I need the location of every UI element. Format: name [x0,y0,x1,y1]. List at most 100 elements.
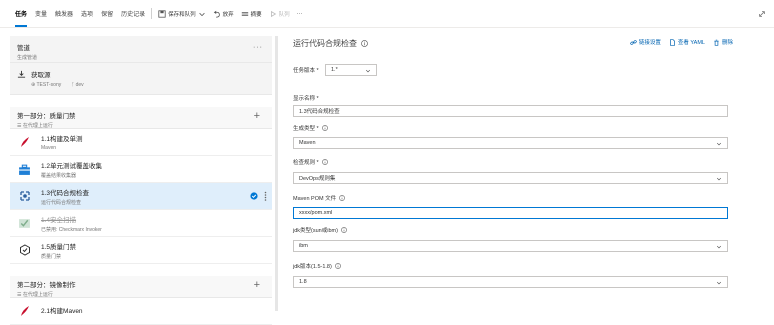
discard-label: 放弃 [222,11,234,18]
add-task-button[interactable]: + [254,279,260,291]
pom-file-value: xxxx/pom.xml [299,210,333,216]
chevron-down-icon [716,177,722,181]
info-icon[interactable] [361,39,368,47]
tab-retention[interactable]: 保留 [101,0,113,27]
discard-button[interactable]: 放弃 [213,10,234,18]
build-type-label: 生成类型 * [293,126,319,132]
drag-handle-icon[interactable] [264,191,267,202]
trash-icon [714,39,719,46]
branch-name: ᚴ dev [71,82,83,88]
save-queue-button[interactable]: 保存和队列 [158,9,206,18]
display-name-label: 显示名称 * [293,96,319,102]
tab-history[interactable]: 历史记录 [121,0,145,27]
task-version-label: 任务版本 * [293,68,319,74]
task-title: 1.5质量门禁 [41,243,77,251]
get-sources-item[interactable]: 获取源 ⊕ TEST-sony ᚴ dev [10,63,272,95]
phase-title: 第一部分：质量门禁 [17,113,76,120]
task-subtitle: 运行代码合规检查 [41,199,82,206]
ruleset-label: 检查规则 * [293,160,319,166]
task-subtitle: Maven [41,145,57,151]
link-icon [630,39,637,45]
chevron-down-icon [716,142,722,146]
view-yaml-button[interactable]: 查看 YAML [669,38,705,46]
build-type-label-row: 生成类型 * [293,124,328,132]
tab-triggers[interactable]: 触发器 [55,0,73,27]
chevron-down-icon [716,245,722,249]
jdk-type-label: jdk类型(sun或ibm) [293,228,338,234]
jdk-version-select[interactable]: 1.8 [293,276,728,288]
display-name-value: 1.3代码合规检查 [299,109,340,115]
chevron-down-icon [198,12,205,16]
task-version-select[interactable]: 1.* [325,64,377,76]
branch-label: dev [75,82,84,88]
document-icon [669,38,675,46]
task-title: 1.2单元测试覆盖收集 [41,162,103,170]
pom-label-row: Maven POM 文件 [293,194,345,202]
add-task-button[interactable]: + [254,110,260,122]
queue-label: 队列 [278,11,290,18]
repository-name: ⊕ TEST-sony [31,82,61,88]
list-icon [241,11,248,16]
expand-icon[interactable] [758,10,766,18]
info-icon[interactable] [334,263,341,269]
task-item[interactable]: 1.5质量门禁 质量门禁 [10,237,272,264]
toolbox-icon [18,163,31,176]
link-settings-button[interactable]: 链接设置 [630,38,661,46]
phase-image-build[interactable]: 第二部分：镜像制作 ☰ 在代理上运行 + [10,276,272,298]
ruleset-select[interactable]: DevOps规则集 [293,172,728,184]
task-title: 1.4安全扫描 [41,216,77,224]
left-panel-scrollbar[interactable] [275,36,278,311]
task-version-value: 1.* [331,67,338,73]
info-icon[interactable] [321,159,328,165]
task-item[interactable]: 1.1构建及单测 Maven [10,129,272,156]
phase-title: 第二部分：镜像制作 [17,282,76,289]
jdk-type-select[interactable]: ibm [293,240,728,252]
save-queue-label: 保存和队列 [168,11,196,18]
summary-label: 摘要 [250,11,262,18]
info-icon[interactable] [341,227,347,233]
jdk-version-label: jdk版本(1.5-1.8) [293,264,332,270]
download-source-icon [17,70,26,78]
phase-subtitle: ☰ 在代理上运行 [17,291,265,298]
view-yaml-label: 查看 YAML [677,40,705,46]
queue-button[interactable]: 队列 [269,10,290,18]
task-version-row: 任务版本 * [293,66,319,74]
maven-feather-icon [18,305,31,318]
pipeline-more-button[interactable]: ··· [253,44,263,51]
tab-variables[interactable]: 变量 [35,0,47,27]
jdk-type-value: ibm [299,243,308,249]
quality-gate-icon [18,244,31,257]
summary-button[interactable]: 摘要 [241,10,262,18]
ruleset-value: DevOps规则集 [299,176,336,182]
chevron-down-icon [716,281,722,285]
get-sources-title: 获取源 [31,72,51,79]
pipeline-title: 管道 [17,45,30,52]
task-item[interactable]: 1.2单元测试覆盖收集 覆盖结果收集器 [10,156,272,183]
checkmark-circle-icon [250,192,258,200]
task-title: 1.3代码合规检查 [41,189,90,197]
code-check-icon [18,190,31,203]
info-icon[interactable] [339,195,345,201]
more-actions-button[interactable]: ··· [297,11,303,17]
task-item-selected[interactable]: 1.3代码合规检查 运行代码合规检查 [10,183,272,210]
pipeline-header[interactable]: 管道 生成管道 ··· [10,36,272,63]
jdk-version-value: 1.8 [299,279,307,285]
task-item[interactable]: 2.1构建Maven [10,298,272,325]
task-subtitle: 覆盖结果收集器 [41,172,77,179]
display-name-input[interactable]: 1.3代码合规检查 [293,105,728,117]
build-type-select[interactable]: Maven [293,137,728,149]
task-subtitle: 已禁用: Checkmarx Invoker [41,226,102,233]
tab-options[interactable]: 选项 [81,0,93,27]
remove-button[interactable]: 删除 [713,38,733,46]
pom-file-input[interactable]: xxxx/pom.xml [293,207,728,219]
task-item-disabled[interactable]: 1.4安全扫描已禁用: Checkmarx Invoker [10,210,272,237]
info-icon[interactable] [321,125,328,131]
security-scan-icon [18,217,31,230]
phase-quality-gate[interactable]: 第一部分：质量门禁 ☰ 在代理上运行 + [10,107,272,129]
task-details-panel: 运行代码合规检查 链接设置 查看 YAML 删除 任务版本 * 1.* 显示名称… [293,36,733,288]
tab-tasks[interactable]: 任务 [15,0,28,27]
top-menu-bar: 任务 变量 触发器 选项 保留 历史记录 保存和队列 放弃 摘要 队列 ··· [0,0,774,28]
ruleset-label-row: 检查规则 * [293,158,328,166]
task-details-title: 运行代码合规检查 [293,38,357,48]
task-subtitle: 质量门禁 [41,253,62,260]
